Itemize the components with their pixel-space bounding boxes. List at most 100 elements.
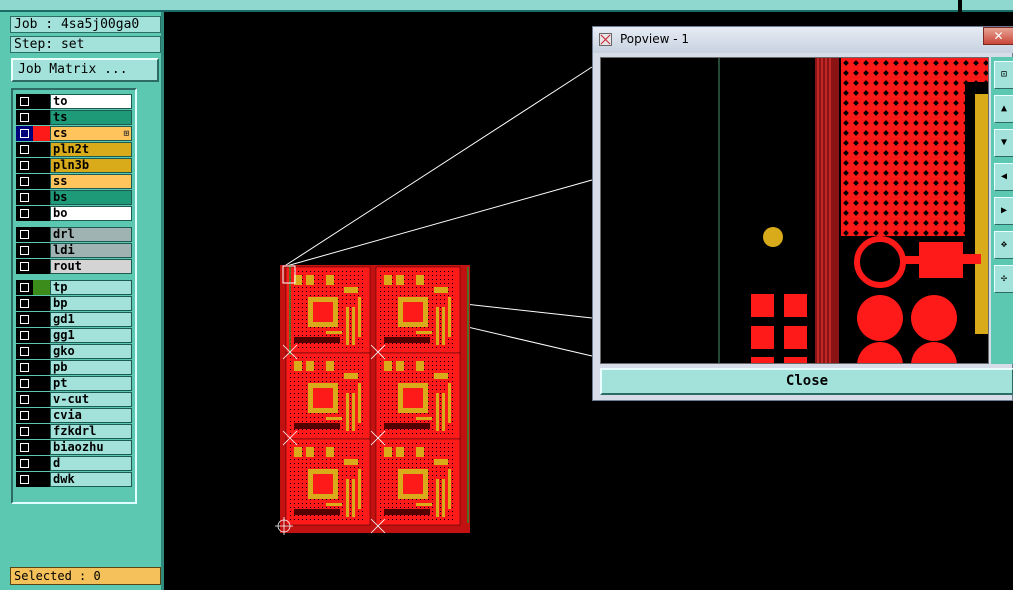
job-matrix-button[interactable]: Job Matrix ... (11, 58, 159, 82)
layer-row-ldi[interactable]: ldi (16, 243, 134, 258)
layer-row-tp[interactable]: tp (16, 280, 134, 295)
layer-checkbox[interactable] (16, 190, 33, 205)
pan-up-icon[interactable]: ▲ (994, 95, 1013, 123)
layer-color-swatch[interactable] (33, 126, 50, 141)
pan-right-icon[interactable]: ▶ (994, 197, 1013, 225)
layer-checkbox[interactable] (16, 392, 33, 407)
layer-color-swatch[interactable] (33, 206, 50, 221)
layer-name[interactable]: d (50, 456, 132, 471)
layer-color-swatch[interactable] (33, 328, 50, 343)
layer-color-swatch[interactable] (33, 227, 50, 242)
layer-color-swatch[interactable] (33, 142, 50, 157)
layer-checkbox[interactable] (16, 158, 33, 173)
zoom-out-icon[interactable]: ✣ (994, 265, 1013, 293)
layer-name[interactable]: biaozhu (50, 440, 132, 455)
layer-name[interactable]: drl (50, 227, 132, 242)
layer-name[interactable]: cs ⊞ (50, 126, 132, 141)
zoom-in-icon[interactable]: ✥ (994, 231, 1013, 259)
layer-row-fzkdrl[interactable]: fzkdrl (16, 424, 134, 439)
layer-checkbox[interactable] (16, 206, 33, 221)
popview-window[interactable]: Popview - 1 ✕ ⊡ ▲ ▼ ◀ ▶ ✥ ✣ Close (592, 26, 1013, 401)
layer-name[interactable]: ldi (50, 243, 132, 258)
layer-color-swatch[interactable] (33, 456, 50, 471)
layer-row-gg1[interactable]: gg1 (16, 328, 134, 343)
layer-row-pln3b[interactable]: pln3b (16, 158, 134, 173)
layer-checkbox[interactable] (16, 424, 33, 439)
layer-checkbox[interactable] (16, 456, 33, 471)
layer-expand-icon[interactable]: ⊞ (124, 128, 129, 141)
layer-name[interactable]: fzkdrl (50, 424, 132, 439)
layer-color-swatch[interactable] (33, 174, 50, 189)
layer-row-v-cut[interactable]: v-cut (16, 392, 134, 407)
layer-checkbox[interactable] (16, 344, 33, 359)
layer-row-ts[interactable]: ts (16, 110, 134, 125)
layer-checkbox[interactable] (16, 440, 33, 455)
pan-down-icon[interactable]: ▼ (994, 129, 1013, 157)
layer-color-swatch[interactable] (33, 344, 50, 359)
layer-row-ss[interactable]: ss (16, 174, 134, 189)
layer-row-dwk[interactable]: dwk (16, 472, 134, 487)
layer-row-biaozhu[interactable]: biaozhu (16, 440, 134, 455)
layer-checkbox[interactable] (16, 280, 33, 295)
layer-row-bs[interactable]: bs (16, 190, 134, 205)
pan-left-icon[interactable]: ◀ (994, 163, 1013, 191)
layer-color-swatch[interactable] (33, 243, 50, 258)
layer-name[interactable]: v-cut (50, 392, 132, 407)
layer-name[interactable]: tp (50, 280, 132, 295)
layer-name[interactable]: pb (50, 360, 132, 375)
layer-color-swatch[interactable] (33, 424, 50, 439)
layer-color-swatch[interactable] (33, 110, 50, 125)
close-button[interactable]: Close (600, 368, 1013, 395)
layer-color-swatch[interactable] (33, 376, 50, 391)
layer-checkbox[interactable] (16, 296, 33, 311)
layer-row-gko[interactable]: gko (16, 344, 134, 359)
layer-row-pb[interactable]: pb (16, 360, 134, 375)
layer-checkbox[interactable] (16, 174, 33, 189)
layer-checkbox[interactable] (16, 360, 33, 375)
layer-color-swatch[interactable] (33, 392, 50, 407)
layer-color-swatch[interactable] (33, 190, 50, 205)
popview-titlebar[interactable]: Popview - 1 ✕ (593, 27, 1013, 53)
layer-color-swatch[interactable] (33, 472, 50, 487)
layer-name[interactable]: bo (50, 206, 132, 221)
layer-row-bo[interactable]: bo (16, 206, 134, 221)
layer-row-d[interactable]: d (16, 456, 134, 471)
layer-row-pt[interactable]: pt (16, 376, 134, 391)
layer-checkbox[interactable] (16, 142, 33, 157)
layer-name[interactable]: gg1 (50, 328, 132, 343)
layer-checkbox[interactable] (16, 472, 33, 487)
layer-checkbox[interactable] (16, 376, 33, 391)
layer-checkbox[interactable] (16, 227, 33, 242)
layer-name[interactable]: gko (50, 344, 132, 359)
layer-name[interactable]: rout (50, 259, 132, 274)
layer-name[interactable]: cvia (50, 408, 132, 423)
layer-row-gd1[interactable]: gd1 (16, 312, 134, 327)
layer-name[interactable]: to (50, 94, 132, 109)
layer-checkbox[interactable] (16, 126, 33, 141)
panel-divider[interactable] (161, 12, 164, 590)
layer-checkbox[interactable] (16, 243, 33, 258)
layer-name[interactable]: dwk (50, 472, 132, 487)
layer-color-swatch[interactable] (33, 94, 50, 109)
layer-name[interactable]: pt (50, 376, 132, 391)
pcb-panel[interactable] (270, 255, 485, 540)
layer-name[interactable]: pln2t (50, 142, 132, 157)
layer-color-swatch[interactable] (33, 360, 50, 375)
layer-color-swatch[interactable] (33, 280, 50, 295)
layer-color-swatch[interactable] (33, 296, 50, 311)
layer-checkbox[interactable] (16, 94, 33, 109)
layer-row-drl[interactable]: drl (16, 227, 134, 242)
layer-checkbox[interactable] (16, 408, 33, 423)
layer-row-to[interactable]: to (16, 94, 134, 109)
layer-name[interactable]: bp (50, 296, 132, 311)
layer-checkbox[interactable] (16, 312, 33, 327)
layer-name[interactable]: bs (50, 190, 132, 205)
layer-checkbox[interactable] (16, 328, 33, 343)
layer-name[interactable]: gd1 (50, 312, 132, 327)
layer-row-bp[interactable]: bp (16, 296, 134, 311)
layer-row-rout[interactable]: rout (16, 259, 134, 274)
layer-checkbox[interactable] (16, 259, 33, 274)
layer-color-swatch[interactable] (33, 158, 50, 173)
layer-color-swatch[interactable] (33, 312, 50, 327)
layer-row-cvia[interactable]: cvia (16, 408, 134, 423)
